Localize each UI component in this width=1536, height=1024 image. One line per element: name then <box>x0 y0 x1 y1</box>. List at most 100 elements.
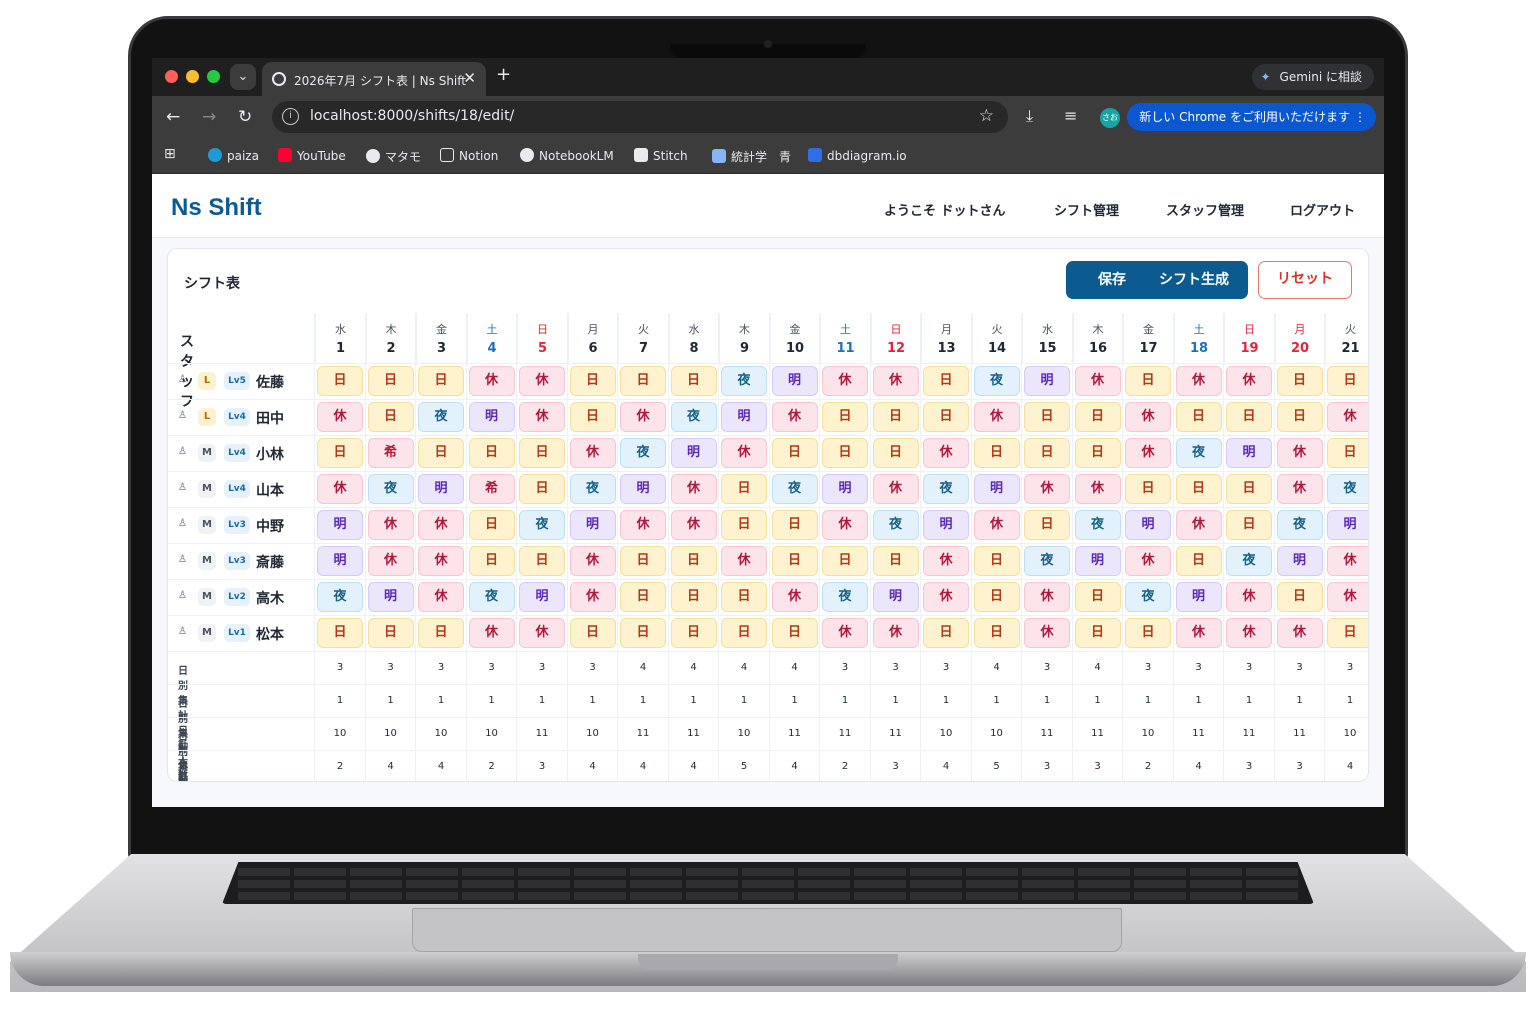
shift-cell[interactable]: 日 <box>1074 438 1121 468</box>
shift-cell[interactable]: 夜 <box>771 474 818 504</box>
bookmark-dbdiagram[interactable]: dbdiagram.io <box>808 148 907 163</box>
shift-cell[interactable]: 日 <box>367 366 414 396</box>
shift-cell[interactable]: 日 <box>771 510 818 540</box>
shift-cell[interactable]: 日 <box>1175 546 1222 576</box>
url-text[interactable]: localhost:8000/shifts/18/edit/ <box>310 108 514 124</box>
shift-cell[interactable]: 日 <box>721 582 767 612</box>
new-tab-plus-icon[interactable]: + <box>496 64 511 85</box>
shift-cell[interactable]: 明 <box>721 402 767 432</box>
shift-cell[interactable]: 休 <box>872 366 919 396</box>
shift-cell[interactable]: 明 <box>1074 546 1121 576</box>
address-bar[interactable]: i localhost:8000/shifts/18/edit/ ☆ <box>272 101 1008 133</box>
shift-cell[interactable]: 休 <box>1276 618 1323 648</box>
shift-cell[interactable]: 明 <box>367 582 414 612</box>
shift-cell[interactable]: 休 <box>569 438 616 468</box>
shift-cell[interactable]: 日 <box>1327 618 1368 648</box>
shift-cell[interactable]: 日 <box>519 474 565 504</box>
shift-cell[interactable]: 夜 <box>569 474 616 504</box>
shift-cell[interactable]: 明 <box>1276 546 1323 576</box>
shift-cell[interactable]: 日 <box>1276 366 1323 396</box>
shift-cell[interactable]: 休 <box>468 618 515 648</box>
shift-cell[interactable]: 休 <box>1074 366 1121 396</box>
shift-cell[interactable]: 休 <box>1125 546 1171 576</box>
shift-cell[interactable]: 明 <box>822 474 868 504</box>
shift-cell[interactable]: 明 <box>519 582 565 612</box>
shift-cell[interactable]: 明 <box>1327 510 1368 540</box>
download-icon[interactable]: ⤓ <box>1026 106 1033 126</box>
bookmark-matamo[interactable]: マタモ <box>366 148 421 165</box>
shift-cell[interactable]: 日 <box>1024 402 1070 432</box>
shift-cell[interactable]: 休 <box>1226 618 1272 648</box>
shift-cell[interactable]: 日 <box>1276 402 1323 432</box>
shift-cell[interactable]: 日 <box>367 618 414 648</box>
shift-cell[interactable]: 休 <box>923 546 969 576</box>
nav-staff-management[interactable]: スタッフ管理 <box>1166 200 1244 219</box>
app-logo[interactable]: Ns Shift <box>171 194 262 222</box>
shift-cell[interactable]: 休 <box>923 438 969 468</box>
shift-cell[interactable]: 休 <box>569 582 616 612</box>
shift-cell[interactable]: 日 <box>418 366 464 396</box>
shift-cell[interactable]: 休 <box>670 474 717 504</box>
shift-cell[interactable]: 夜 <box>367 474 414 504</box>
shift-cell[interactable]: 希 <box>367 438 414 468</box>
reload-icon[interactable]: ↻ <box>238 107 252 127</box>
shift-cell[interactable]: 夜 <box>822 582 868 612</box>
shift-cell[interactable]: 日 <box>1327 438 1368 468</box>
bookmark-notebooklm[interactable]: NotebookLM <box>520 148 614 163</box>
shift-cell[interactable]: 休 <box>771 582 818 612</box>
shift-cell[interactable]: 休 <box>1327 582 1368 612</box>
shift-cell[interactable]: 休 <box>670 510 717 540</box>
shift-cell[interactable]: 日 <box>670 366 717 396</box>
shift-cell[interactable]: 夜 <box>418 402 464 432</box>
reading-list-icon[interactable]: ≡ <box>1064 106 1077 125</box>
shift-cell[interactable]: 休 <box>468 366 515 396</box>
shift-cell[interactable]: 休 <box>721 546 767 576</box>
shift-cell[interactable]: 休 <box>923 582 969 612</box>
chrome-update-button[interactable]: 新しい Chrome をご利用いただけます ⋮ <box>1127 103 1376 131</box>
shift-cell[interactable]: 日 <box>1226 510 1272 540</box>
forward-arrow-icon[interactable]: → <box>202 107 216 127</box>
shift-cell[interactable]: 日 <box>973 618 1020 648</box>
shift-cell[interactable]: 夜 <box>670 402 717 432</box>
bookmark-statistics[interactable]: 統計学 青 <box>712 148 791 165</box>
shift-cell[interactable]: 夜 <box>468 582 515 612</box>
shift-cell[interactable]: 日 <box>569 366 616 396</box>
nav-logout[interactable]: ログアウト <box>1290 200 1355 219</box>
shift-cell[interactable]: 日 <box>367 402 414 432</box>
shift-cell[interactable]: 休 <box>317 402 363 432</box>
shift-cell[interactable]: 休 <box>872 474 919 504</box>
minimize-window-icon[interactable] <box>186 70 199 83</box>
shift-cell[interactable]: 日 <box>317 618 363 648</box>
bookmark-notion[interactable]: Notion <box>440 148 498 163</box>
shift-cell[interactable]: 休 <box>1024 474 1070 504</box>
site-info-icon[interactable]: i <box>282 108 299 125</box>
shift-cell[interactable]: 日 <box>1125 366 1171 396</box>
shift-cell[interactable]: 休 <box>367 546 414 576</box>
shift-cell[interactable]: 休 <box>1175 366 1222 396</box>
shift-cell[interactable]: 休 <box>317 474 363 504</box>
shift-cell[interactable]: 休 <box>973 402 1020 432</box>
shift-cell[interactable]: 日 <box>519 438 565 468</box>
tab-search-chevron-icon[interactable]: ⌄ <box>230 64 256 90</box>
shift-cell[interactable]: 日 <box>923 402 969 432</box>
shift-cell[interactable]: 夜 <box>1024 546 1070 576</box>
shift-cell[interactable]: 休 <box>620 402 666 432</box>
shift-cell[interactable]: 日 <box>771 618 818 648</box>
shift-cell[interactable]: 休 <box>620 510 666 540</box>
shift-cell[interactable]: 夜 <box>1125 582 1171 612</box>
shift-cell[interactable]: 明 <box>973 474 1020 504</box>
shift-cell[interactable]: 明 <box>468 402 515 432</box>
shift-cell[interactable]: 日 <box>1024 510 1070 540</box>
shift-cell[interactable]: 休 <box>519 618 565 648</box>
shift-cell[interactable]: 夜 <box>1327 474 1368 504</box>
shift-cell[interactable]: 休 <box>1125 438 1171 468</box>
shift-cell[interactable]: 休 <box>519 366 565 396</box>
close-window-icon[interactable] <box>165 70 178 83</box>
shift-cell[interactable]: 日 <box>973 546 1020 576</box>
shift-cell[interactable]: 明 <box>620 474 666 504</box>
shift-cell[interactable]: 明 <box>317 546 363 576</box>
shift-cell[interactable]: 休 <box>872 618 919 648</box>
shift-cell[interactable]: 日 <box>1074 402 1121 432</box>
shift-cell[interactable]: 明 <box>569 510 616 540</box>
shift-cell[interactable]: 日 <box>1226 474 1272 504</box>
